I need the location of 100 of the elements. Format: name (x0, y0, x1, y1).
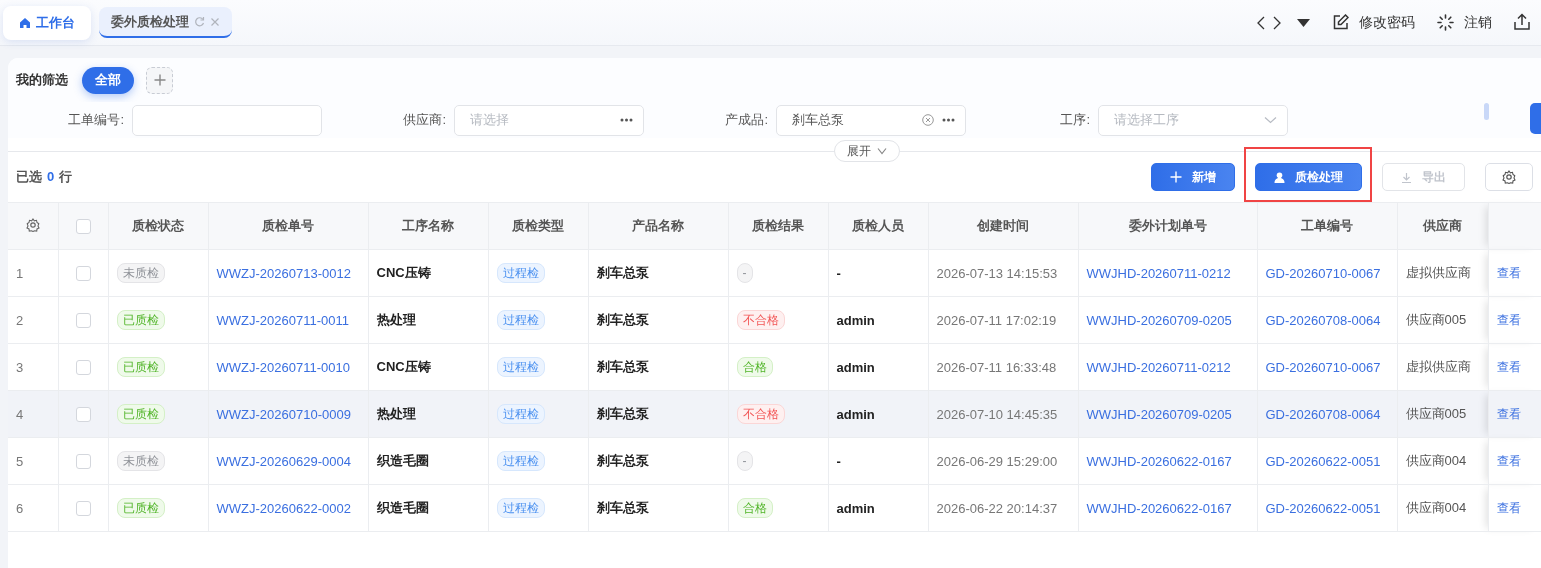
column-header: 质检类型 (488, 202, 588, 250)
table-cell: admin (836, 359, 875, 375)
type-tag: 过程检 (496, 357, 545, 377)
status-tag: 未质检 (116, 263, 165, 283)
view-link[interactable]: 查看 (1496, 359, 1521, 374)
checkbox[interactable] (75, 407, 91, 423)
table-cell: 刹车总泵 (596, 312, 649, 327)
status-tag: 已质检 (116, 498, 165, 518)
table-cell: admin (836, 406, 875, 422)
row-number: 6 (16, 500, 24, 516)
row-number: 5 (16, 453, 24, 469)
table-cell: 刹车总泵 (596, 453, 649, 468)
checkbox[interactable] (75, 360, 91, 376)
filter-title: 我的筛选 (16, 71, 68, 89)
chevron-right-icon (1273, 15, 1281, 30)
status-tag: 已质检 (116, 404, 165, 424)
field-label: 工单编号: (67, 111, 125, 129)
checkbox[interactable] (75, 266, 91, 282)
loading-icon (1437, 14, 1454, 31)
plus-icon (1170, 171, 1182, 183)
logout-link[interactable]: 注销 (1437, 13, 1492, 32)
plus-icon (153, 74, 166, 86)
dropdown-icon (1297, 18, 1310, 27)
column-header: 质检结果 (728, 202, 828, 250)
more-icon (942, 118, 955, 122)
row-number: 3 (16, 359, 24, 375)
edit-icon (1332, 14, 1349, 31)
input-field[interactable] (132, 104, 322, 136)
view-link[interactable]: 查看 (1496, 406, 1521, 421)
column-header: 工序名称 (368, 202, 488, 250)
table-cell: - (836, 453, 841, 469)
add-filter-button[interactable] (146, 66, 173, 94)
table-cell: 2026-06-29 15:29:00 (936, 453, 1058, 469)
more-icon (620, 118, 633, 122)
table-cell: 热处理 (376, 312, 416, 327)
table-cell: CNC压铸 (376, 359, 431, 374)
settings-button[interactable] (1485, 163, 1533, 191)
type-tag: 过程检 (496, 451, 545, 471)
tab[interactable]: 委外质检处理 (99, 7, 232, 38)
column-header: 产品名称 (588, 202, 728, 250)
table-cell: 热处理 (376, 406, 416, 421)
expand-button[interactable]: 展开 (834, 140, 900, 162)
type-tag: 过程检 (496, 404, 545, 424)
view-link[interactable]: 查看 (1496, 453, 1521, 468)
result-tag: 合格 (736, 498, 773, 518)
table-cell: admin (836, 312, 875, 328)
row-number: 1 (16, 265, 24, 281)
close-icon (210, 16, 220, 27)
column-header: 质检单号 (208, 202, 368, 250)
checkbox[interactable] (75, 454, 91, 470)
selection-count: 已选 0 行 (16, 168, 73, 186)
status-tag: 未质检 (116, 451, 165, 471)
picker-field[interactable]: 刹车总泵 (776, 104, 966, 136)
table-cell: 虚拟供应商 (1405, 359, 1471, 374)
table-cell: 2026-07-13 14:15:53 (936, 265, 1058, 281)
result-tag: 不合格 (736, 310, 785, 330)
status-tag: 已质检 (116, 310, 165, 330)
add-button[interactable]: 新增 (1151, 163, 1235, 191)
filter-chip[interactable]: 全部 (82, 66, 134, 94)
status-tag: 已质检 (116, 357, 165, 377)
row-number: 4 (16, 406, 24, 422)
tab[interactable]: 工作台 (3, 5, 91, 40)
table-cell: CNC压铸 (376, 265, 431, 280)
download-icon (1401, 171, 1412, 183)
view-link[interactable]: 查看 (1496, 265, 1521, 280)
table-cell: 刹车总泵 (596, 406, 649, 421)
result-tag: - (736, 263, 753, 283)
checkbox[interactable] (75, 219, 91, 235)
checkbox[interactable] (75, 501, 91, 517)
change-password-link[interactable]: 修改密码 (1332, 13, 1415, 32)
column-header: 创建时间 (928, 202, 1078, 250)
result-tag: - (736, 451, 753, 471)
table-cell: 2026-07-11 16:33:48 (936, 359, 1057, 375)
scroll-thumb[interactable] (1484, 103, 1489, 120)
table-cell: 织造毛圈 (376, 453, 429, 468)
table-cell: 织造毛圈 (376, 500, 429, 515)
table-cell: 刹车总泵 (596, 359, 649, 374)
field-label: 产成品: (724, 111, 769, 129)
view-link[interactable]: 查看 (1496, 500, 1521, 515)
refresh-icon (194, 16, 205, 27)
table-cell: 供应商004 (1405, 500, 1467, 515)
type-tag: 过程检 (496, 263, 545, 283)
column-header: 质检人员 (828, 202, 928, 250)
checkbox[interactable] (75, 313, 91, 329)
home-icon (19, 16, 31, 29)
result-tag: 合格 (736, 357, 773, 377)
field-label: 供应商: (402, 111, 447, 129)
table-cell: 刹车总泵 (596, 500, 649, 515)
table-cell: 2026-06-22 20:14:37 (936, 500, 1058, 516)
table-cell: admin (836, 500, 875, 516)
view-link[interactable]: 查看 (1496, 312, 1521, 327)
table-cell: 刹车总泵 (596, 265, 649, 280)
column-header: 供应商 (1397, 202, 1488, 250)
column-header: 委外计划单号 (1078, 202, 1257, 250)
column-header: 质检状态 (108, 202, 208, 250)
gear-icon (1502, 170, 1516, 184)
type-tag: 过程检 (496, 498, 545, 518)
quality-process-button[interactable]: 质检处理 (1255, 163, 1362, 191)
upload-icon (1514, 12, 1530, 30)
table-cell: 2026-07-11 17:02:19 (936, 312, 1057, 328)
